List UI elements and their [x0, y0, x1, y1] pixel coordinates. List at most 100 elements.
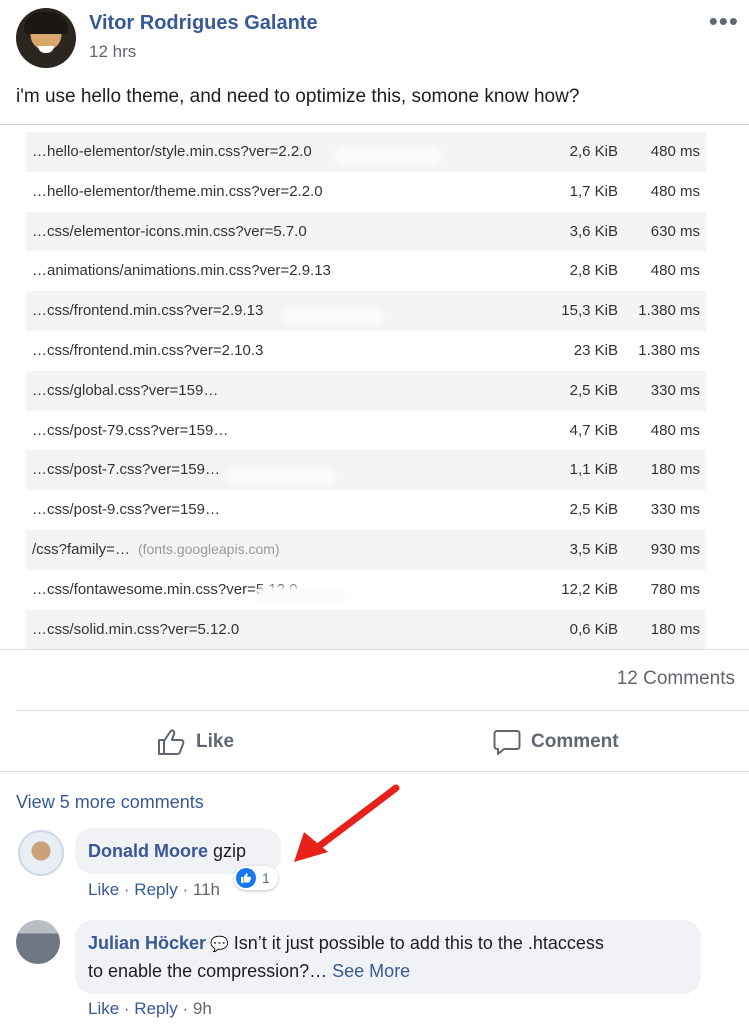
- comment-time[interactable]: 11h: [193, 880, 220, 899]
- comment-reply-link[interactable]: Reply: [134, 999, 177, 1018]
- comment-meta: Like · Reply · 11h: [88, 880, 220, 899]
- commenter-avatar[interactable]: [16, 920, 60, 964]
- request-time: 930 ms: [650, 540, 700, 558]
- like-reaction-icon: [236, 868, 256, 888]
- request-size: 15,3 KiB: [561, 302, 618, 320]
- request-size: 0,6 KiB: [569, 620, 618, 638]
- thumbs-up-icon: [158, 729, 185, 755]
- comment-label: Comment: [531, 731, 619, 752]
- request-name: …css/post-9.css?ver=159…: [32, 501, 220, 519]
- comment-time[interactable]: 9h: [193, 999, 212, 1018]
- request-size: 12,2 KiB: [561, 580, 618, 598]
- table-row: …animations/animations.min.css?ver=2.9.1…: [26, 251, 706, 291]
- request-time: 180 ms: [650, 620, 700, 638]
- request-size: 3,6 KiB: [569, 222, 618, 240]
- view-more-comments-link[interactable]: View 5 more comments: [16, 792, 204, 813]
- see-more-link[interactable]: See More: [332, 961, 410, 981]
- comment-like-link[interactable]: Like: [88, 999, 119, 1018]
- request-name: …hello-elementor/style.min.css?ver=2.2.0: [32, 143, 312, 160]
- annotation-arrow: [294, 784, 400, 862]
- request-size: 1,7 KiB: [569, 182, 618, 200]
- author-avatar[interactable]: [16, 8, 76, 68]
- request-name: …animations/animations.min.css?ver=2.9.1…: [32, 262, 331, 280]
- like-button[interactable]: Like: [156, 726, 234, 758]
- request-size: 2,8 KiB: [569, 262, 618, 280]
- table-row: /css?family=… (fonts.googleapis.com) 3,5 …: [26, 529, 706, 570]
- comment-meta: Like · Reply · 9h: [88, 999, 212, 1018]
- comment-body: Donald Moore gzip: [88, 841, 246, 862]
- comment-body: Julian Höcker 💬 Isn’t it just possible to…: [88, 933, 604, 954]
- comment-reply-link[interactable]: Reply: [134, 880, 177, 899]
- more-options-icon[interactable]: •••: [709, 6, 739, 37]
- request-size: 23 KiB: [573, 341, 618, 359]
- request-time: 480 ms: [650, 143, 700, 160]
- request-time: 330 ms: [650, 501, 700, 519]
- comment-text: Isn’t it just possible to add this to th…: [228, 933, 604, 953]
- comment-like-link[interactable]: Like: [88, 880, 119, 899]
- avatar-hair: [24, 12, 68, 34]
- commenter-name[interactable]: Julian Höcker: [88, 933, 206, 953]
- table-row: …css/post-9.css?ver=159… 2,5 KiB 330 ms: [26, 490, 706, 530]
- request-time: 330 ms: [650, 381, 700, 399]
- request-name: …css/global.css?ver=159…: [32, 381, 219, 399]
- table-row: …css/solid.min.css?ver=5.12.0 0,6 KiB 18…: [26, 609, 706, 650]
- commenter-avatar[interactable]: [18, 830, 64, 876]
- comment-text-continued: to enable the compression?…: [88, 961, 333, 981]
- reaction-count: 1: [262, 870, 270, 886]
- request-name: …css/post-7.css?ver=159…: [32, 461, 220, 479]
- request-size: 2,5 KiB: [569, 501, 618, 519]
- request-time: 630 ms: [650, 222, 700, 240]
- request-name: …css/post-79.css?ver=159…: [32, 421, 229, 439]
- table-row: …hello-elementor/theme.min.css?ver=2.2.0…: [26, 172, 706, 212]
- table-row: …css/post-79.css?ver=159… 4,7 KiB 480 ms: [26, 411, 706, 451]
- post-timestamp[interactable]: 12 hrs: [89, 42, 136, 62]
- request-name: …hello-elementor/theme.min.css?ver=2.2.0: [32, 182, 323, 200]
- requests-table: …hello-elementor/style.min.css?ver=2.2.0…: [26, 132, 706, 650]
- redaction-blur: [284, 306, 384, 326]
- request-time: 1.380 ms: [638, 302, 700, 320]
- table-row: …css/frontend.min.css?ver=2.10.3 23 KiB …: [26, 331, 706, 371]
- post-text: i'm use hello theme, and need to optimiz…: [16, 86, 580, 107]
- redaction-blur: [226, 466, 336, 486]
- request-size: 2,6 KiB: [569, 143, 618, 160]
- request-size: 1,1 KiB: [569, 461, 618, 479]
- comment-bubble: Julian Höcker 💬 Isn’t it just possible to…: [75, 920, 701, 994]
- comment-body-continued: to enable the compression?… See More: [88, 961, 410, 982]
- post-header: Vitor Rodrigues Galante 12 hrs •••: [0, 0, 749, 80]
- request-size: 2,5 KiB: [569, 381, 618, 399]
- comment-button[interactable]: Comment: [493, 726, 619, 758]
- request-time: 480 ms: [650, 182, 700, 200]
- divider: [0, 771, 749, 772]
- table-row: …css/post-7.css?ver=159… 1,1 KiB 180 ms: [26, 450, 706, 491]
- request-size: 4,7 KiB: [569, 421, 618, 439]
- comments-count[interactable]: 12 Comments: [617, 668, 735, 690]
- request-host: (fonts.googleapis.com): [137, 540, 280, 557]
- reaction-count-badge[interactable]: 1: [234, 866, 278, 890]
- post-image[interactable]: …hello-elementor/style.min.css?ver=2.2.0…: [0, 124, 749, 650]
- redaction-blur: [256, 586, 346, 606]
- request-time: 180 ms: [650, 461, 700, 479]
- request-name: …css/elementor-icons.min.css?ver=5.7.0: [32, 222, 307, 240]
- redaction-blur: [334, 146, 442, 166]
- divider: [16, 710, 749, 711]
- request-name: …css/frontend.min.css?ver=2.9.13: [32, 302, 264, 320]
- comment-text: gzip: [208, 841, 247, 861]
- messenger-icon: 💬: [210, 936, 229, 953]
- like-label: Like: [196, 731, 235, 752]
- table-row: …css/global.css?ver=159… 2,5 KiB 330 ms: [26, 370, 706, 411]
- request-size: 3,5 KiB: [569, 540, 618, 558]
- avatar-smile: [38, 46, 54, 53]
- request-time: 480 ms: [650, 421, 700, 439]
- request-path: /css?family=…: [32, 540, 130, 558]
- thumbs-up-icon: [241, 873, 252, 883]
- table-row: …css/fontawesome.min.css?ver=5.12.0 12,2…: [26, 570, 706, 610]
- comment-bubble-icon: [493, 730, 521, 755]
- request-time: 480 ms: [650, 262, 700, 280]
- request-time: 1.380 ms: [638, 341, 700, 359]
- request-name: …css/frontend.min.css?ver=2.10.3: [32, 341, 264, 359]
- request-name: …css/solid.min.css?ver=5.12.0: [32, 620, 240, 638]
- post-author-name[interactable]: Vitor Rodrigues Galante: [89, 12, 318, 35]
- request-time: 780 ms: [650, 580, 700, 598]
- commenter-name[interactable]: Donald Moore: [88, 841, 208, 861]
- table-row: …css/elementor-icons.min.css?ver=5.7.0 3…: [26, 211, 706, 252]
